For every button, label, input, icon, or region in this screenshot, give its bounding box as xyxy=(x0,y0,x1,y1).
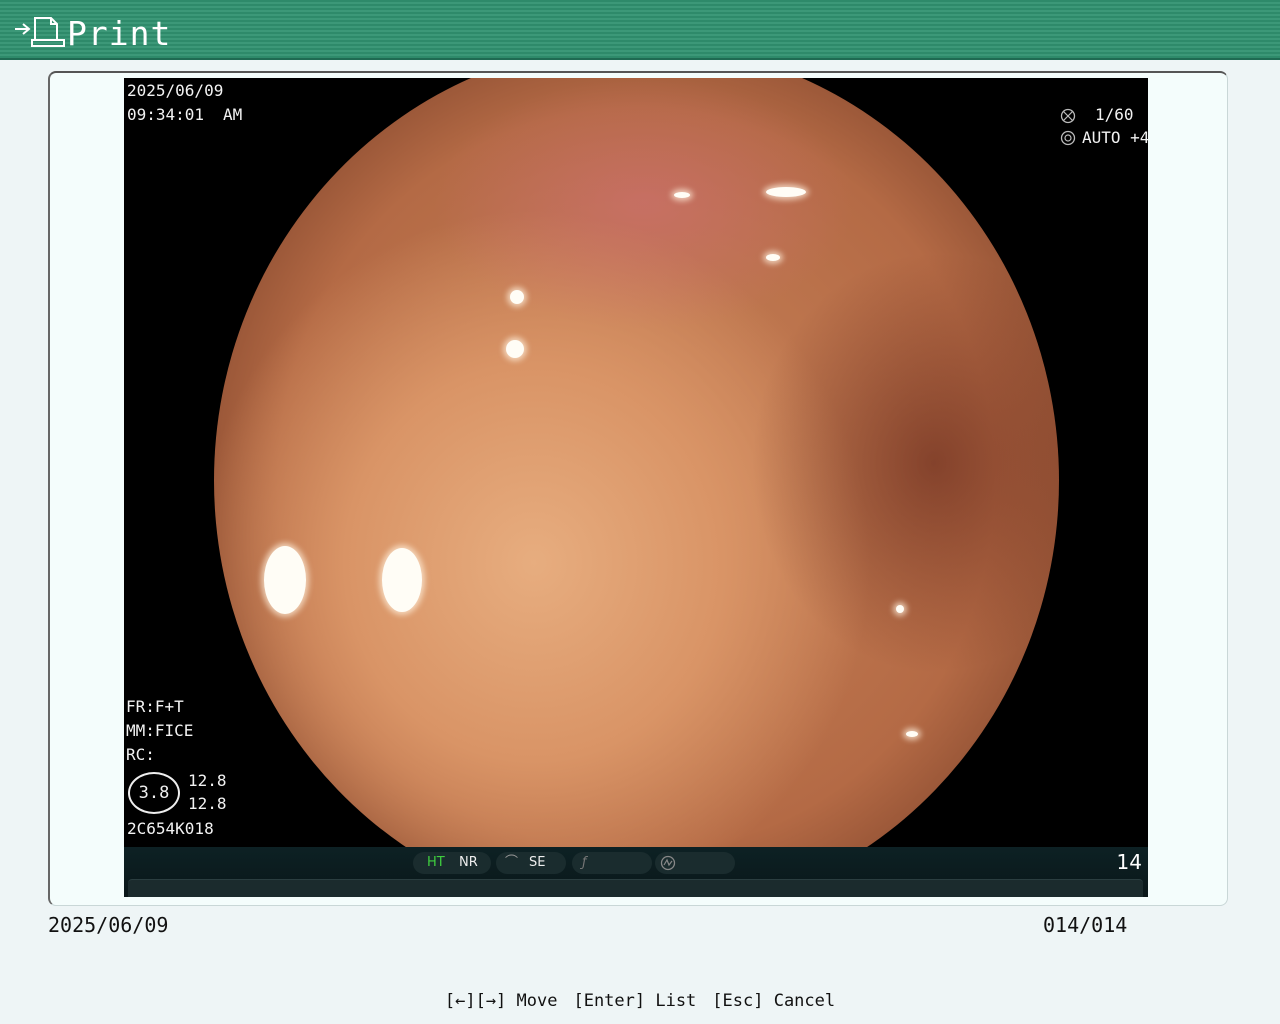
specular-highlight xyxy=(510,290,524,304)
iris-icon xyxy=(1060,130,1076,146)
function-icon: ƒ xyxy=(582,855,587,870)
move-hint[interactable]: [←][→] Move xyxy=(445,991,558,1011)
print-document-icon xyxy=(31,17,65,47)
ht-nr-indicator: HT NR xyxy=(413,852,491,874)
zoom-value-1: 12.8 xyxy=(188,771,227,790)
mm-mode: MM:FICE xyxy=(126,721,194,740)
se-indicator: ⌒ SE xyxy=(496,852,566,874)
print-date: 2025/06/09 xyxy=(48,913,169,937)
window-title: Print xyxy=(67,14,172,53)
specular-highlight xyxy=(766,254,780,261)
key-hints: [←][→] Move [Enter] List [Esc] Cancel xyxy=(0,989,1280,1013)
function-indicator: ƒ xyxy=(572,852,652,874)
specular-highlight xyxy=(506,340,524,358)
rc-mode: RC: xyxy=(126,745,155,764)
iris-mode: AUTO +4 xyxy=(1082,128,1148,147)
image-ampm: AM xyxy=(223,105,243,124)
specular-highlight xyxy=(674,192,690,198)
endoscopic-view xyxy=(214,78,1059,897)
specular-highlight xyxy=(896,605,904,613)
arrow-right-icon xyxy=(15,23,31,35)
list-hint[interactable]: [Enter] List xyxy=(573,991,696,1011)
title-bar: Print xyxy=(0,0,1280,60)
fr-mode: FR:F+T xyxy=(126,697,184,716)
shutter-icon xyxy=(1060,108,1076,124)
nr-label: NR xyxy=(459,855,478,870)
waveform-icon xyxy=(660,855,676,871)
zoom-value-2: 12.8 xyxy=(188,794,227,813)
zoom-indicator: 3.8 xyxy=(128,772,180,814)
scope-id: 2C654K018 xyxy=(127,819,214,838)
image-counter: 014/014 xyxy=(1043,913,1128,937)
curve-icon: ⌒ xyxy=(505,855,519,870)
specular-highlight xyxy=(264,546,306,614)
endoscope-image[interactable]: 2025/06/09 09:34:01 AM 1/60 AUTO +4 FR:F… xyxy=(124,78,1148,897)
status-strip: HT NR ⌒ SE ƒ 14 xyxy=(124,847,1148,897)
cancel-hint[interactable]: [Esc] Cancel xyxy=(712,991,835,1011)
waveform-indicator xyxy=(655,852,735,874)
specular-highlight xyxy=(382,548,422,612)
image-time: 09:34:01 xyxy=(127,105,205,124)
image-date: 2025/06/09 xyxy=(127,81,224,100)
se-label: SE xyxy=(529,855,546,870)
ht-label: HT xyxy=(427,855,445,870)
strip-bar xyxy=(128,879,1143,897)
frame-number: 14 xyxy=(1116,850,1142,874)
specular-highlight xyxy=(766,187,806,197)
specular-highlight xyxy=(906,731,918,737)
shutter-speed: 1/60 xyxy=(1095,105,1134,124)
